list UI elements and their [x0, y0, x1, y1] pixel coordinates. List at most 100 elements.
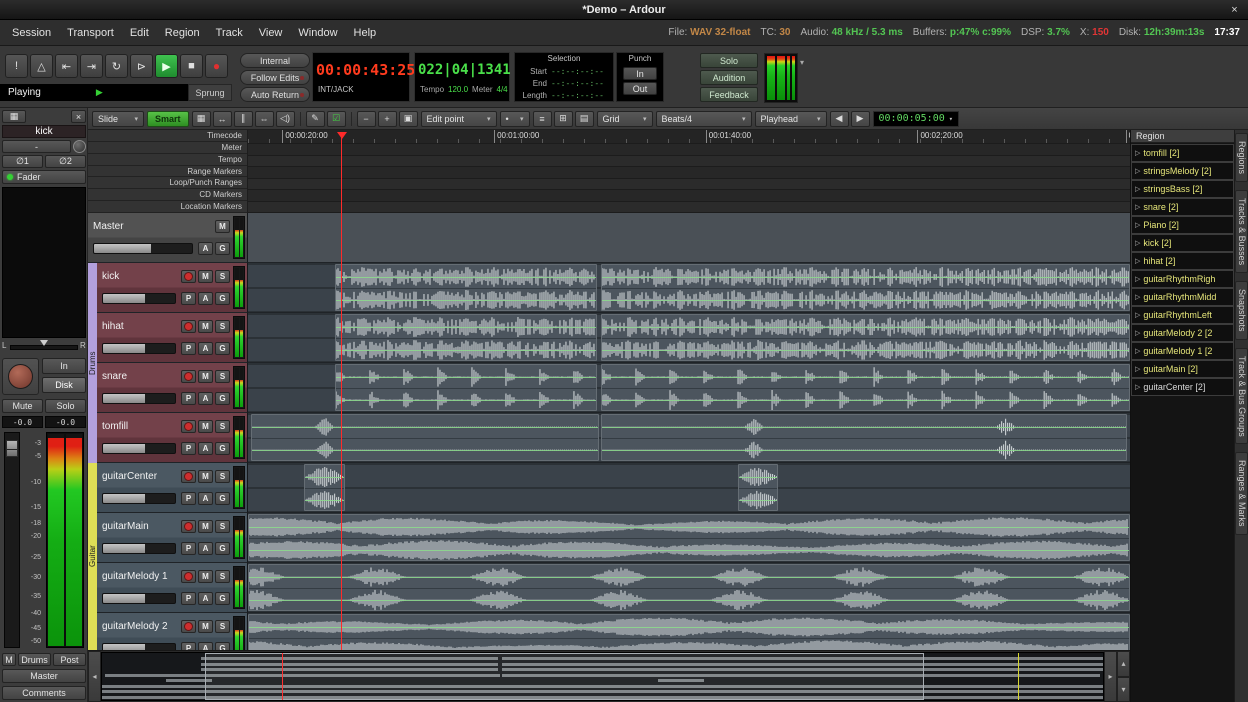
track-gain-fader[interactable]: [102, 443, 176, 454]
record-arm-button[interactable]: [181, 620, 196, 633]
metronome-button[interactable]: △: [30, 54, 53, 78]
region-list-item[interactable]: ▷kick [2]: [1131, 234, 1234, 252]
region-guitarmelody1-1[interactable]: [248, 564, 1130, 611]
playlist-button[interactable]: P: [181, 392, 196, 405]
side-tab-ranges-marks[interactable]: Ranges & Marks: [1235, 452, 1248, 535]
automation-button[interactable]: A: [198, 292, 213, 305]
region-guitarcenter-1[interactable]: [304, 464, 345, 511]
mute-button[interactable]: M: [198, 520, 213, 533]
track-lane-guitarcenter[interactable]: [248, 463, 1130, 513]
group-button[interactable]: G: [215, 592, 230, 605]
track-lane-snare[interactable]: [248, 363, 1130, 413]
menu-region[interactable]: Region: [157, 20, 208, 45]
track-header-master[interactable]: MasterMAG: [88, 213, 248, 263]
fader-handle[interactable]: [6, 440, 18, 457]
phase-button-2[interactable]: ∅2: [45, 155, 86, 168]
region-list-item[interactable]: ▷tomfill [2]: [1131, 144, 1234, 162]
region-tomfill-1[interactable]: [251, 414, 599, 461]
toggle-internal[interactable]: Internal: [240, 53, 310, 68]
track-gain-fader[interactable]: [102, 493, 176, 504]
region-list-item[interactable]: ▷guitarMelody 1 [2: [1131, 342, 1234, 360]
disclosure-triangle-icon[interactable]: ▷: [1135, 365, 1140, 373]
playlist-button[interactable]: P: [181, 642, 196, 650]
monitor-knob[interactable]: [2, 358, 39, 395]
draw-tool-button[interactable]: ✎: [306, 111, 325, 127]
track-gain-fader[interactable]: [102, 343, 176, 354]
automation-button[interactable]: A: [198, 242, 213, 255]
playhead[interactable]: [341, 133, 342, 650]
region-list-item[interactable]: ▷guitarRhythmMidd: [1131, 288, 1234, 306]
track-header-guitarcenter[interactable]: guitarCenterMSPAG: [97, 463, 248, 513]
track-lane-guitarmelody1[interactable]: [248, 563, 1130, 613]
mute-button[interactable]: M: [198, 570, 213, 583]
group-button[interactable]: G: [215, 442, 230, 455]
zoom-in-button[interactable]: +: [378, 111, 397, 127]
track-lane-tomfill[interactable]: [248, 413, 1130, 463]
group-strip[interactable]: [88, 463, 97, 513]
input-monitor-button[interactable]: In: [42, 358, 86, 374]
region-hihat-2[interactable]: [601, 314, 1130, 361]
group-button[interactable]: G: [215, 292, 230, 305]
midi-panic-button[interactable]: !: [5, 54, 28, 78]
mixer-tab-post[interactable]: Post: [53, 653, 86, 666]
region-kick-2[interactable]: [601, 264, 1130, 311]
region-kick-1[interactable]: [335, 264, 597, 311]
region-list-item[interactable]: ▷hihat [2]: [1131, 252, 1234, 270]
track-header-hihat[interactable]: hihatMSPAG: [97, 313, 248, 363]
solo-button[interactable]: S: [215, 270, 230, 283]
strip-gain-fader[interactable]: [4, 432, 20, 648]
playlist-button[interactable]: P: [181, 442, 196, 455]
toggle-auto-return[interactable]: Auto Return: [240, 87, 310, 102]
tempo-value[interactable]: 120.0: [448, 85, 468, 94]
record-arm-button[interactable]: [181, 320, 196, 333]
group-strip[interactable]: [88, 613, 97, 650]
track-lane-hihat[interactable]: [248, 313, 1130, 363]
menu-session[interactable]: Session: [4, 20, 59, 45]
region-snare-2[interactable]: [601, 364, 1130, 411]
solo-button[interactable]: Solo: [45, 399, 86, 413]
play-button[interactable]: ▶: [155, 54, 178, 78]
track-gain-fader[interactable]: [102, 393, 176, 404]
track-gain-fader[interactable]: [102, 293, 176, 304]
summary-zoom-out-button[interactable]: ▾: [1117, 677, 1130, 702]
loop-button[interactable]: ↻: [105, 54, 128, 78]
group-strip[interactable]: [88, 563, 97, 613]
primary-clock-time[interactable]: 00:00:43:25: [316, 55, 406, 85]
summary-view-rect[interactable]: [205, 653, 924, 700]
disclosure-triangle-icon[interactable]: ▷: [1135, 239, 1140, 247]
mute-button[interactable]: M: [198, 620, 213, 633]
marker-dropdown[interactable]: •▾: [500, 111, 530, 127]
stop-button[interactable]: ■: [180, 54, 203, 78]
mute-button[interactable]: M: [198, 270, 213, 283]
disclosure-triangle-icon[interactable]: ▷: [1135, 329, 1140, 337]
summary-scroll-right-button[interactable]: ▸: [1104, 651, 1117, 702]
automation-button[interactable]: A: [198, 342, 213, 355]
track-header-guitarmelody1[interactable]: guitarMelody 1MSPAG: [97, 563, 248, 613]
mute-button[interactable]: M: [198, 470, 213, 483]
disclosure-triangle-icon[interactable]: ▷: [1135, 383, 1140, 391]
track-header-tomfill[interactable]: tomfillMSPAG: [97, 413, 248, 463]
internal-edit-tool-button[interactable]: ☑: [327, 111, 346, 127]
ruler-cd-markers[interactable]: [248, 190, 1130, 201]
feedback-button[interactable]: Feedback: [700, 87, 758, 102]
playlist-button[interactable]: P: [181, 542, 196, 555]
trim-button[interactable]: -: [2, 140, 71, 153]
group-button[interactable]: G: [215, 642, 230, 650]
region-guitarcenter-2[interactable]: [738, 464, 779, 511]
title-bar[interactable]: *Demo – Ardour ×: [0, 0, 1248, 20]
ruler-timecode[interactable]: 00:00:20:0000:01:00:0000:01:40:0000:02:2…: [248, 130, 1130, 144]
track-gain-fader[interactable]: [102, 543, 176, 554]
group-strip[interactable]: [88, 513, 97, 563]
region-guitarmelody2-1[interactable]: [248, 614, 1130, 650]
solo-button[interactable]: S: [215, 470, 230, 483]
region-snare-1[interactable]: [335, 364, 597, 411]
window-close-button[interactable]: ×: [1227, 2, 1242, 17]
zoom-fit-button[interactable]: ▣: [399, 111, 418, 127]
disclosure-triangle-icon[interactable]: ▷: [1135, 347, 1140, 355]
group-strip[interactable]: [88, 363, 97, 413]
audition-tool-button[interactable]: ◁): [276, 111, 295, 127]
region-list-item[interactable]: ▷snare [2]: [1131, 198, 1234, 216]
disk-monitor-button[interactable]: Disk: [42, 377, 86, 393]
disclosure-triangle-icon[interactable]: ▷: [1135, 275, 1140, 283]
disclosure-triangle-icon[interactable]: ▷: [1135, 185, 1140, 193]
